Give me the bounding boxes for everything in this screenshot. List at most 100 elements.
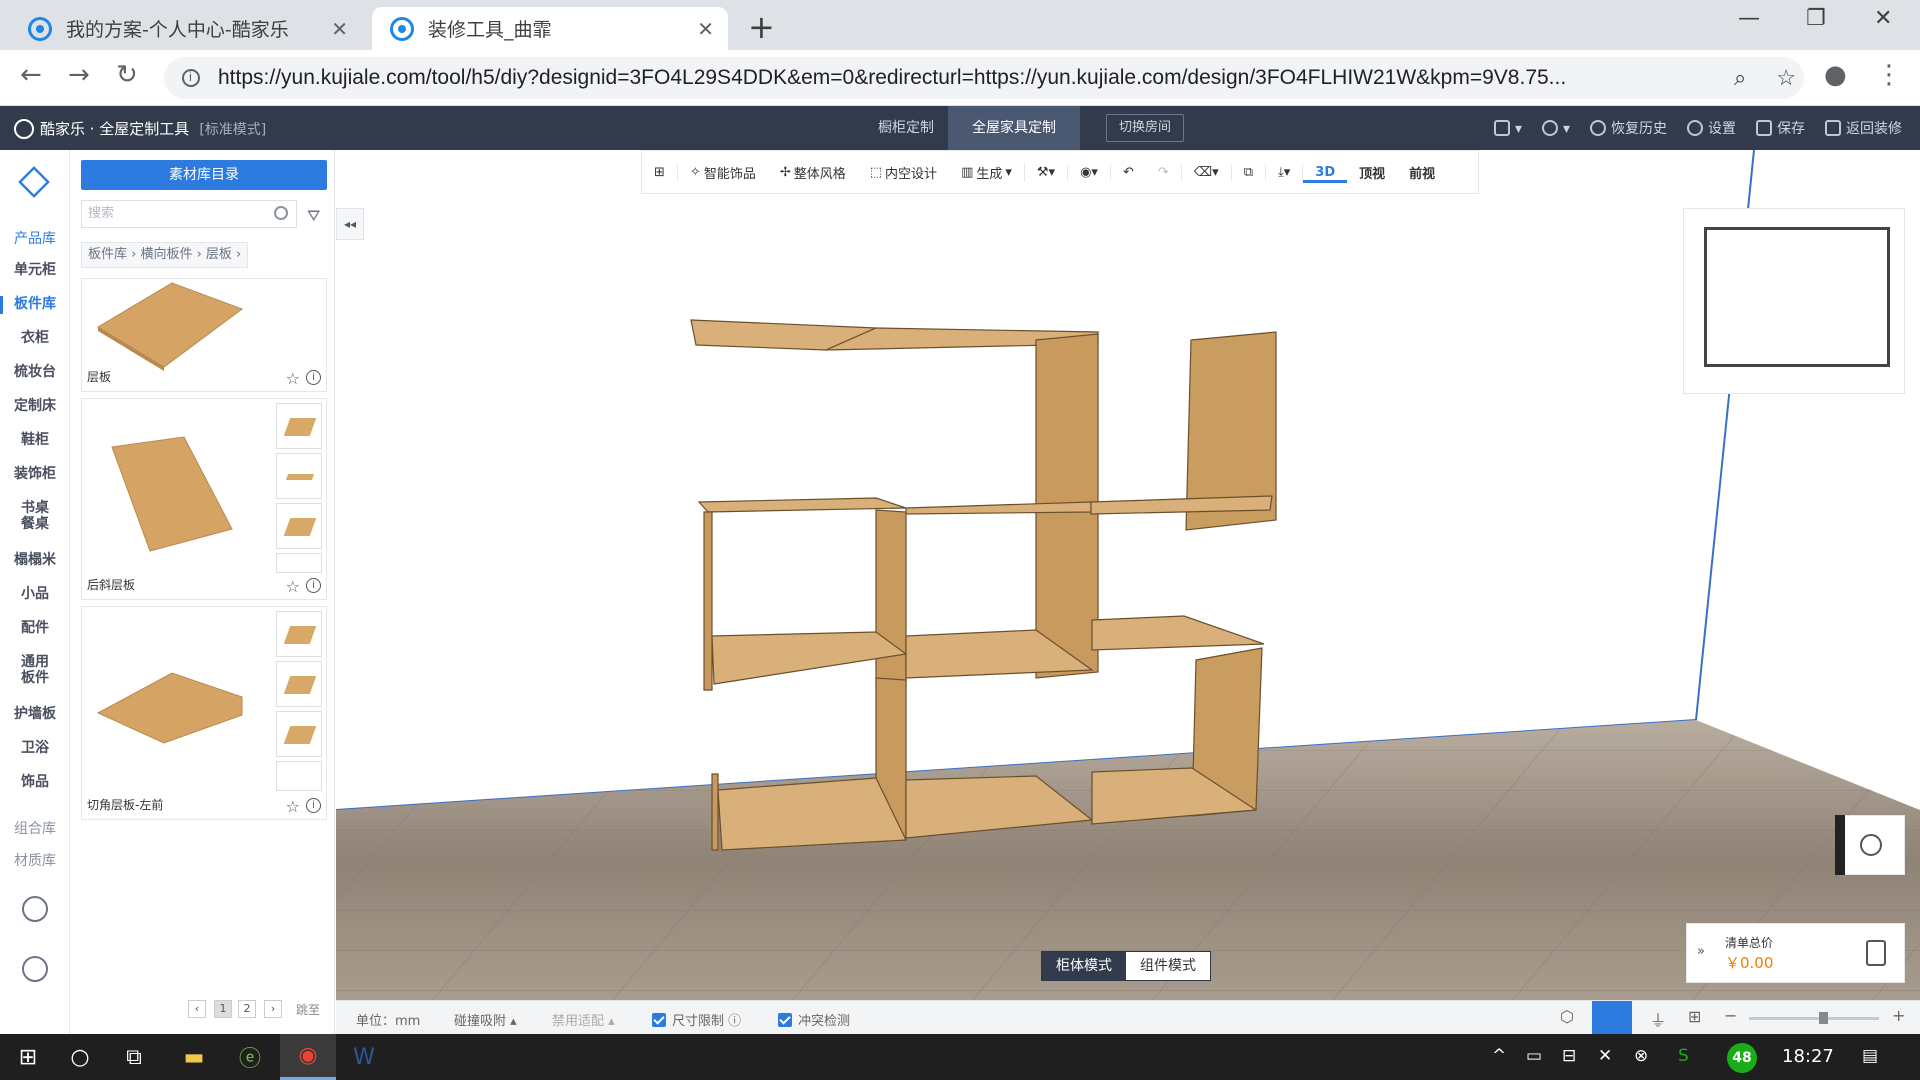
- nav-small-items[interactable]: 小品: [0, 586, 70, 602]
- material-card[interactable]: 层板 ☆ i: [81, 278, 327, 392]
- info-icon[interactable]: i: [306, 370, 321, 385]
- material-card[interactable]: 后斜层板 ☆ i: [81, 398, 327, 600]
- page-2[interactable]: 2: [238, 1000, 256, 1018]
- nav-accessories[interactable]: 配件: [0, 620, 70, 636]
- variant-thumb[interactable]: [276, 711, 322, 757]
- browser-tab-1[interactable]: 我的方案-个人中心-酷家乐 ✕: [10, 7, 362, 50]
- snap-dropdown[interactable]: 碰撞吸附 ▴: [454, 1010, 517, 1029]
- nav-board-lib[interactable]: 板件库: [0, 296, 70, 314]
- component-mode-button[interactable]: 组件模式: [1126, 952, 1210, 980]
- return-decor-button[interactable]: 返回装修: [1825, 118, 1902, 138]
- nav-deco-cabinet[interactable]: 装饰柜: [0, 466, 70, 482]
- info-icon[interactable]: i: [306, 798, 321, 813]
- nav-custom-bed[interactable]: 定制床: [0, 398, 70, 414]
- network-icon[interactable]: ⊟: [1562, 1046, 1576, 1066]
- material-lib-toggle[interactable]: 材质库: [0, 850, 70, 870]
- bookmark-star-icon[interactable]: ☆: [1776, 65, 1796, 91]
- forward-icon[interactable]: →: [68, 60, 90, 90]
- minimize-icon[interactable]: —: [1738, 6, 1760, 31]
- chrome-icon[interactable]: ◉: [280, 1034, 336, 1080]
- notification-badge[interactable]: 48: [1727, 1043, 1757, 1073]
- info-icon[interactable]: i: [306, 578, 321, 593]
- new-tab-icon[interactable]: +: [748, 8, 775, 46]
- view-top-tab[interactable]: 顶视: [1347, 163, 1397, 182]
- zoom-slider[interactable]: [1749, 1012, 1879, 1024]
- site-info-icon[interactable]: [182, 69, 200, 87]
- menu-icon[interactable]: ⋮: [1876, 60, 1902, 90]
- expand-icon[interactable]: »: [1697, 944, 1705, 959]
- size-limit-checkbox[interactable]: 尺寸限制 ⓘ: [652, 1010, 741, 1029]
- task-view-icon[interactable]: ⧉: [106, 1034, 162, 1080]
- variant-thumb[interactable]: [276, 611, 322, 657]
- next-page-icon[interactable]: ›: [264, 1000, 282, 1018]
- nav-desk-table[interactable]: 书桌 餐桌: [0, 500, 70, 532]
- view-3d-tab[interactable]: 3D: [1303, 162, 1348, 183]
- cabinet-mode-button[interactable]: 柜体模式: [1042, 952, 1126, 980]
- variant-thumb[interactable]: [276, 453, 322, 499]
- search-icon[interactable]: [274, 206, 288, 220]
- cube-icon[interactable]: [18, 166, 50, 198]
- browser-tab-2[interactable]: 装修工具_曲霏 ✕: [372, 7, 728, 50]
- variant-thumb[interactable]: [276, 503, 322, 549]
- cube-view-icon[interactable]: ⬡: [1560, 1007, 1574, 1026]
- layout-grid-icon[interactable]: ⊞: [642, 164, 678, 180]
- disable-adapt-dropdown[interactable]: 禁用适配 ▴: [552, 1010, 615, 1029]
- favorite-star-icon[interactable]: ☆: [286, 369, 300, 388]
- zoom-slider-knob[interactable]: [1819, 1012, 1828, 1024]
- variant-thumb[interactable]: [276, 403, 322, 449]
- tools-dropdown-icon[interactable]: ⚒▾: [1025, 164, 1069, 180]
- tab-furniture-custom[interactable]: 全屋家具定制: [948, 106, 1080, 150]
- view-front-tab[interactable]: 前视: [1397, 163, 1447, 182]
- nav-wardrobe[interactable]: 衣柜: [0, 330, 70, 346]
- clock[interactable]: 18:27: [1782, 1046, 1834, 1067]
- zoom-in-icon[interactable]: +: [1892, 1006, 1905, 1025]
- catalog-button[interactable]: 素材库目录: [81, 160, 327, 190]
- reload-icon[interactable]: ↻: [116, 60, 138, 90]
- file-explorer-icon[interactable]: ▬: [166, 1034, 222, 1080]
- jump-to-page[interactable]: 跳至: [296, 1001, 320, 1018]
- app-tray-icon[interactable]: ⊗: [1634, 1046, 1648, 1066]
- close-tab-icon[interactable]: ✕: [331, 17, 348, 41]
- restore-history-button[interactable]: 恢复历史: [1590, 118, 1667, 138]
- volume-muted-icon[interactable]: ✕: [1598, 1046, 1612, 1066]
- variant-thumb[interactable]: [276, 761, 322, 791]
- eraser-dropdown-icon[interactable]: ⌫▾: [1182, 164, 1232, 180]
- save-button[interactable]: 保存: [1756, 118, 1805, 138]
- nav-wall-panel[interactable]: 护墙板: [0, 706, 70, 722]
- overall-style-button[interactable]: ✢ 整体风格: [768, 163, 858, 182]
- cortana-icon[interactable]: ○: [52, 1034, 108, 1080]
- nav-bathroom[interactable]: 卫浴: [0, 740, 70, 756]
- variant-thumb[interactable]: [276, 661, 322, 707]
- word-icon[interactable]: W: [336, 1034, 392, 1080]
- back-icon[interactable]: ←: [20, 60, 42, 90]
- favorite-star-icon[interactable]: ☆: [286, 797, 300, 816]
- search-input[interactable]: 搜索: [81, 200, 297, 228]
- visibility-dropdown-icon[interactable]: ◉▾: [1068, 164, 1111, 180]
- zoom-fit-button[interactable]: [1835, 815, 1905, 875]
- nav-decor[interactable]: 饰品: [0, 774, 70, 790]
- smart-decor-button[interactable]: ✧ 智能饰品: [678, 163, 768, 182]
- draw-tool-button[interactable]: [1592, 1001, 1632, 1035]
- crop-icon[interactable]: ⧉: [1232, 164, 1266, 180]
- restore-icon[interactable]: ❐: [1806, 6, 1826, 31]
- windows-start-icon[interactable]: ⊞: [0, 1034, 56, 1080]
- nav-general-board[interactable]: 通用 板件: [0, 654, 70, 686]
- ie-browser-icon[interactable]: ⓔ: [222, 1034, 278, 1080]
- tab-cabinet-custom[interactable]: 橱柜定制: [854, 106, 958, 150]
- variant-thumb[interactable]: [276, 553, 322, 573]
- generate-dropdown[interactable]: ▥ 生成 ▾: [949, 162, 1025, 182]
- settings-button[interactable]: 设置: [1687, 118, 1736, 138]
- action-center-icon[interactable]: ▤: [1862, 1046, 1878, 1066]
- save-dropdown-icon[interactable]: ▾: [1493, 119, 1522, 137]
- zoom-panel-handle[interactable]: [1835, 815, 1845, 875]
- profile-icon[interactable]: ●: [1824, 60, 1847, 90]
- floorplan-minimap[interactable]: [1683, 208, 1905, 394]
- filter-icon[interactable]: ⛛: [307, 206, 320, 226]
- product-lib-toggle[interactable]: 产品库: [0, 228, 70, 248]
- download-dropdown-icon[interactable]: ⤓▾: [1266, 164, 1304, 180]
- tray-expand-icon[interactable]: ^: [1492, 1046, 1506, 1066]
- redo-icon[interactable]: ↷: [1146, 164, 1182, 180]
- collision-check-checkbox[interactable]: 冲突检测: [778, 1010, 850, 1029]
- nav-shoe-cabinet[interactable]: 鞋柜: [0, 432, 70, 448]
- wechat-s-icon[interactable]: S: [1678, 1046, 1689, 1066]
